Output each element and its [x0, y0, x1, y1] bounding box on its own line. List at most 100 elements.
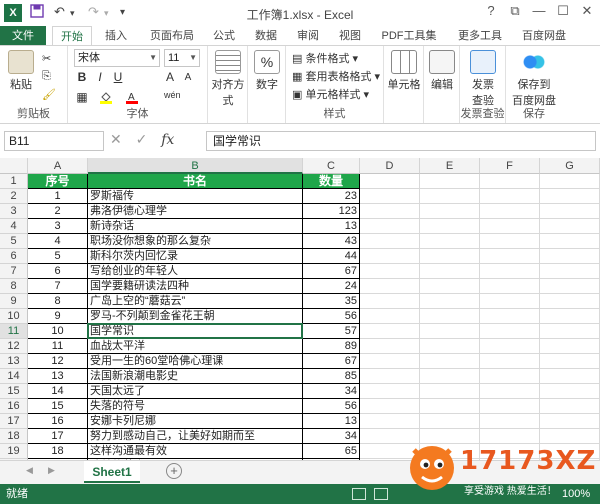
row-header[interactable]: 9 — [0, 294, 28, 309]
cell-a[interactable]: 8 — [28, 294, 88, 309]
cell-c[interactable]: 85 — [303, 369, 360, 384]
cell-e[interactable] — [420, 279, 480, 294]
cell-a[interactable]: 4 — [28, 234, 88, 249]
cell-f[interactable] — [480, 399, 540, 414]
cell-e[interactable] — [420, 234, 480, 249]
cell-d[interactable] — [360, 354, 420, 369]
font-size-combo[interactable]: 11 ▼ — [164, 49, 200, 67]
row-header[interactable]: 16 — [0, 399, 28, 414]
cell-c[interactable]: 23 — [303, 189, 360, 204]
cell-d[interactable] — [360, 234, 420, 249]
cell-g[interactable] — [540, 309, 600, 324]
paste-button[interactable]: 粘贴 — [6, 50, 36, 92]
cell-f[interactable] — [480, 249, 540, 264]
cell-a[interactable]: 17 — [28, 429, 88, 444]
cell-e[interactable] — [420, 174, 480, 189]
tab-home[interactable]: 开始 — [52, 26, 92, 47]
row-header[interactable]: 14 — [0, 369, 28, 384]
cell-c[interactable]: 65 — [303, 444, 360, 459]
row-header[interactable]: 4 — [0, 219, 28, 234]
cell-d[interactable] — [360, 189, 420, 204]
cell-b[interactable]: 血战太平洋 — [88, 339, 303, 354]
cell-c[interactable]: 13 — [303, 219, 360, 234]
cell-f[interactable] — [480, 174, 540, 189]
column-header-g[interactable]: G — [540, 158, 600, 174]
cell-f[interactable] — [480, 369, 540, 384]
cell-b[interactable]: 努力到感动自己，让美好如期而至 — [88, 429, 303, 444]
cell-b[interactable]: 职场没你想象的那么复杂 — [88, 234, 303, 249]
column-header-f[interactable]: F — [480, 158, 540, 174]
alignment-button[interactable]: 对齐方式 — [210, 50, 246, 108]
cell-c[interactable]: 13 — [303, 414, 360, 429]
cell-c[interactable]: 123 — [303, 204, 360, 219]
cell-b[interactable]: 斯科尔茨内回忆录 — [88, 249, 303, 264]
cell-e[interactable] — [420, 309, 480, 324]
cell-d[interactable] — [360, 204, 420, 219]
column-header-c[interactable]: C — [303, 158, 360, 174]
cell-e[interactable] — [420, 399, 480, 414]
insert-function-icon[interactable]: fx — [161, 132, 174, 148]
cell-a[interactable]: 1 — [28, 189, 88, 204]
tab-more-tools[interactable]: 更多工具 — [452, 26, 508, 46]
row-header[interactable]: 8 — [0, 279, 28, 294]
worksheet-grid[interactable]: A B C D E F G 1 序号 书名 数量 2 1 罗斯福传 23 3 2 弗洛伊德心理学 123 4 3 新诗杂话… — [0, 158, 600, 460]
row-header[interactable]: 15 — [0, 384, 28, 399]
cell-b[interactable]: 失落的符号 — [88, 399, 303, 414]
cut-icon[interactable]: ✂ — [42, 52, 51, 65]
cell-c[interactable]: 35 — [303, 294, 360, 309]
cell-f[interactable] — [480, 219, 540, 234]
cell-a[interactable]: 3 — [28, 219, 88, 234]
page-layout-view-icon[interactable] — [374, 488, 388, 500]
cell-f[interactable] — [480, 204, 540, 219]
phonetic-guide-button[interactable]: wén — [164, 90, 181, 100]
cell-b[interactable]: 广岛上空的“蘑菇云” — [88, 294, 303, 309]
cell-c[interactable]: 34 — [303, 429, 360, 444]
cell-d[interactable] — [360, 219, 420, 234]
cell-a[interactable]: 2 — [28, 204, 88, 219]
cell-a[interactable]: 11 — [28, 339, 88, 354]
cell-g[interactable] — [540, 189, 600, 204]
normal-view-icon[interactable] — [352, 488, 366, 500]
column-header-d[interactable]: D — [360, 158, 420, 174]
cell-a[interactable]: 5 — [28, 249, 88, 264]
cell-e[interactable] — [420, 324, 480, 339]
copy-icon[interactable]: ⎘ — [42, 70, 51, 83]
cell-g[interactable] — [540, 219, 600, 234]
cell-c[interactable]: 24 — [303, 279, 360, 294]
cell-b[interactable]: 罗马-不列颠到金雀花王朝 — [88, 309, 303, 324]
row-header[interactable]: 18 — [0, 429, 28, 444]
tab-review[interactable]: 审阅 — [290, 26, 326, 46]
cell-b[interactable]: 法国新浪潮电影史 — [88, 369, 303, 384]
cell-b[interactable]: 受用一生的60堂哈佛心理课 — [88, 354, 303, 369]
cell-f[interactable] — [480, 324, 540, 339]
help-button[interactable]: ? — [480, 3, 502, 18]
cell-c[interactable]: 34 — [303, 384, 360, 399]
cell-d[interactable] — [360, 264, 420, 279]
row-header[interactable]: 3 — [0, 204, 28, 219]
row-header[interactable]: 5 — [0, 234, 28, 249]
cell-g[interactable] — [540, 294, 600, 309]
cell-g[interactable] — [540, 174, 600, 189]
cell-a[interactable]: 12 — [28, 354, 88, 369]
cell-c[interactable]: 56 — [303, 399, 360, 414]
tab-file[interactable]: 文件 — [0, 26, 46, 46]
column-header-a[interactable]: A — [28, 158, 88, 174]
row-header[interactable]: 6 — [0, 249, 28, 264]
cell-c[interactable]: 67 — [303, 264, 360, 279]
row-header[interactable]: 12 — [0, 339, 28, 354]
cell-c[interactable]: 57 — [303, 324, 360, 339]
tab-insert[interactable]: 插入 — [96, 26, 136, 46]
cell-a[interactable]: 14 — [28, 384, 88, 399]
row-header[interactable]: 2 — [0, 189, 28, 204]
cell-b[interactable]: 这样沟通最有效 — [88, 444, 303, 459]
cell-styles-button[interactable]: ▣ 单元格样式 ▾ — [292, 86, 369, 102]
minimize-button[interactable]: — — [528, 3, 550, 18]
cell-c[interactable]: 数量 — [303, 174, 360, 189]
number-format-button[interactable]: % 数字 — [252, 50, 282, 92]
row-header[interactable]: 10 — [0, 309, 28, 324]
shrink-font-button[interactable]: A — [180, 72, 196, 83]
cell-b[interactable]: 安娜卡列尼娜 — [88, 414, 303, 429]
cell-d[interactable] — [360, 324, 420, 339]
tab-pdf-tools[interactable]: PDF工具集 — [374, 26, 444, 46]
maximize-button[interactable]: ☐ — [552, 3, 574, 19]
